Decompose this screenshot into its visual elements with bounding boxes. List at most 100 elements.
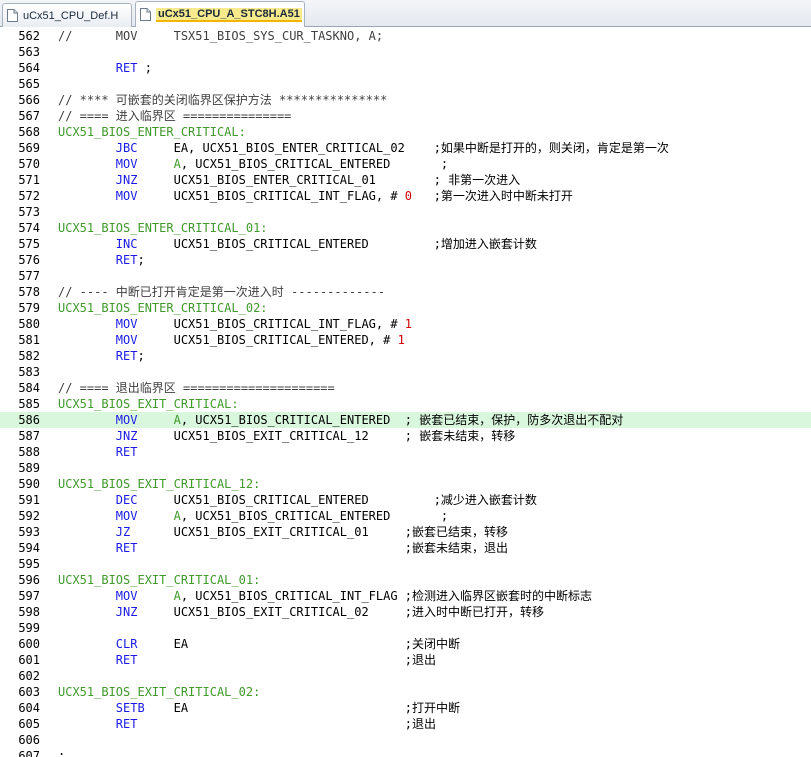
comment: // ==== 退出临界区 =====================: [58, 381, 335, 395]
code-text: UCX51_BIOS_ENTER_CRITICAL_02:: [58, 300, 268, 316]
code-line[interactable]: 582 RET;: [0, 348, 811, 364]
code-segment: UCX51_BIOS_EXIT_CRITICAL_12 ; 嵌套未结束，转移: [137, 429, 516, 443]
code-line[interactable]: 603 UCX51_BIOS_EXIT_CRITICAL_02:: [0, 684, 811, 700]
code-segment: EA, UCX51_BIOS_ENTER_CRITICAL_02 ;如果中断是打…: [137, 141, 669, 155]
code-text: UCX51_BIOS_EXIT_CRITICAL_01:: [58, 572, 260, 588]
code-line[interactable]: 576 RET;: [0, 252, 811, 268]
tab-label: uCx51_CPU_A_STC8H.A51: [156, 7, 302, 22]
code-line[interactable]: 570 MOV A, UCX51_BIOS_CRITICAL_ENTERED ;: [0, 156, 811, 172]
code-line[interactable]: 606: [0, 732, 811, 748]
code-line[interactable]: 605 RET ;退出: [0, 716, 811, 732]
label-text: A: [173, 589, 181, 603]
code-line[interactable]: 581 MOV UCX51_BIOS_CRITICAL_ENTERED, # 1: [0, 332, 811, 348]
line-number: 568: [18, 125, 40, 139]
code-segment: ;退出: [137, 653, 437, 667]
code-segment: UCX51_BIOS_CRITICAL_ENTERED, #: [137, 333, 398, 347]
code-text: RET ;退出: [58, 652, 436, 668]
code-line[interactable]: 588 RET: [0, 444, 811, 460]
instruction: MOV: [115, 157, 138, 171]
instruction: RET: [115, 541, 138, 555]
line-number: 573: [18, 205, 40, 219]
line-number: 603: [18, 685, 40, 699]
code-line[interactable]: 597 MOV A, UCX51_BIOS_CRITICAL_INT_FLAG …: [0, 588, 811, 604]
label-text: UCX51_BIOS_ENTER_CRITICAL_01:: [58, 221, 268, 235]
code-line[interactable]: 607;: [0, 748, 811, 757]
code-line[interactable]: 567 // ==== 进入临界区 ===============: [0, 108, 811, 124]
label-text: UCX51_BIOS_EXIT_CRITICAL:: [58, 397, 239, 411]
tab-cpu-def-h[interactable]: uCx51_CPU_Def.H: [2, 3, 132, 27]
code-line[interactable]: 592 MOV A, UCX51_BIOS_CRITICAL_ENTERED ;: [0, 508, 811, 524]
line-number: 586: [18, 413, 40, 427]
code-line[interactable]: 599: [0, 620, 811, 636]
code-line[interactable]: 578 // ---- 中断已打开肯定是第一次进入时 -------------: [0, 284, 811, 300]
code-line[interactable]: 575 INC UCX51_BIOS_CRITICAL_ENTERED ;增加进…: [0, 236, 811, 252]
line-number: 575: [18, 237, 40, 251]
code-line[interactable]: 594 RET ;嵌套未结束，退出: [0, 540, 811, 556]
code-segment: ;退出: [137, 717, 437, 731]
code-segment: ;第一次进入时中断未打开: [412, 189, 573, 203]
code-line[interactable]: 562 // MOV TSX51_BIOS_SYS_CUR_TASKNO, A;: [0, 28, 811, 44]
code-line[interactable]: 585 UCX51_BIOS_EXIT_CRITICAL:: [0, 396, 811, 412]
code-line[interactable]: 604 SETB EA ;打开中断: [0, 700, 811, 716]
code-text: // **** 可嵌套的关闭临界区保护方法 ***************: [58, 92, 387, 108]
instruction: CLR: [115, 637, 138, 651]
code-line[interactable]: 591 DEC UCX51_BIOS_CRITICAL_ENTERED ;减少进…: [0, 492, 811, 508]
code-line[interactable]: 583: [0, 364, 811, 380]
label-text: UCX51_BIOS_ENTER_CRITICAL:: [58, 125, 246, 139]
code-line[interactable]: 571 JNZ UCX51_BIOS_ENTER_CRITICAL_01 ; 非…: [0, 172, 811, 188]
code-text: UCX51_BIOS_ENTER_CRITICAL:: [58, 124, 246, 140]
line-number: 585: [18, 397, 40, 411]
code-line[interactable]: 573: [0, 204, 811, 220]
line-number: 592: [18, 509, 40, 523]
code-line[interactable]: 598 JNZ UCX51_BIOS_EXIT_CRITICAL_02 ;进入时…: [0, 604, 811, 620]
code-line[interactable]: 572 MOV UCX51_BIOS_CRITICAL_INT_FLAG, # …: [0, 188, 811, 204]
tab-cpu-a-stc8h[interactable]: uCx51_CPU_A_STC8H.A51: [135, 1, 305, 27]
code-line[interactable]: 584 // ==== 退出临界区 =====================: [0, 380, 811, 396]
line-number: 600: [18, 637, 40, 651]
code-line[interactable]: 586 MOV A, UCX51_BIOS_CRITICAL_ENTERED ;…: [0, 412, 811, 428]
line-number: 607: [18, 749, 40, 757]
code-line[interactable]: 579 UCX51_BIOS_ENTER_CRITICAL_02:: [0, 300, 811, 316]
code-line[interactable]: 593 JZ UCX51_BIOS_EXIT_CRITICAL_01 ;嵌套已结…: [0, 524, 811, 540]
code-line[interactable]: 564 RET ;: [0, 60, 811, 76]
code-editor[interactable]: 562// MOV TSX51_BIOS_SYS_CUR_TASKNO, A; 5…: [0, 27, 811, 757]
code-line[interactable]: 565: [0, 76, 811, 92]
line-number: 604: [18, 701, 40, 715]
code-line[interactable]: 601 RET ;退出: [0, 652, 811, 668]
line-number: 583: [18, 365, 40, 379]
code-line[interactable]: 600 CLR EA ;关闭中断: [0, 636, 811, 652]
instruction: RET: [115, 717, 138, 731]
code-line[interactable]: 563: [0, 44, 811, 60]
code-line[interactable]: 566 // **** 可嵌套的关闭临界区保护方法 ***************: [0, 92, 811, 108]
instruction: MOV: [115, 189, 138, 203]
code-line[interactable]: 602: [0, 668, 811, 684]
line-number: 602: [18, 669, 40, 683]
code-line[interactable]: 595: [0, 556, 811, 572]
code-text: JNZ UCX51_BIOS_ENTER_CRITICAL_01 ; 非第一次进…: [58, 172, 520, 188]
code-line[interactable]: 568 UCX51_BIOS_ENTER_CRITICAL:: [0, 124, 811, 140]
code-text: ;: [58, 748, 65, 757]
line-number: 565: [18, 77, 40, 91]
comment: // ==== 进入临界区 ===============: [58, 109, 292, 123]
code-line[interactable]: 590 UCX51_BIOS_EXIT_CRITICAL_12:: [0, 476, 811, 492]
line-number: 597: [18, 589, 40, 603]
code-text: MOV A, UCX51_BIOS_CRITICAL_ENTERED ; 嵌套已…: [58, 412, 623, 428]
line-number: 593: [18, 525, 40, 539]
line-number: 563: [18, 45, 40, 59]
code-line[interactable]: 596 UCX51_BIOS_EXIT_CRITICAL_01:: [0, 572, 811, 588]
code-line[interactable]: 587 JNZ UCX51_BIOS_EXIT_CRITICAL_12 ; 嵌套…: [0, 428, 811, 444]
code-line[interactable]: 574 UCX51_BIOS_ENTER_CRITICAL_01:: [0, 220, 811, 236]
code-line[interactable]: 569 JBC EA, UCX51_BIOS_ENTER_CRITICAL_02…: [0, 140, 811, 156]
label-text: UCX51_BIOS_EXIT_CRITICAL_12:: [58, 477, 261, 491]
code-line[interactable]: 580 MOV UCX51_BIOS_CRITICAL_INT_FLAG, # …: [0, 316, 811, 332]
code-line[interactable]: 589: [0, 460, 811, 476]
instruction: JNZ: [115, 605, 138, 619]
code-line[interactable]: 577: [0, 268, 811, 284]
line-number: 567: [18, 109, 40, 123]
